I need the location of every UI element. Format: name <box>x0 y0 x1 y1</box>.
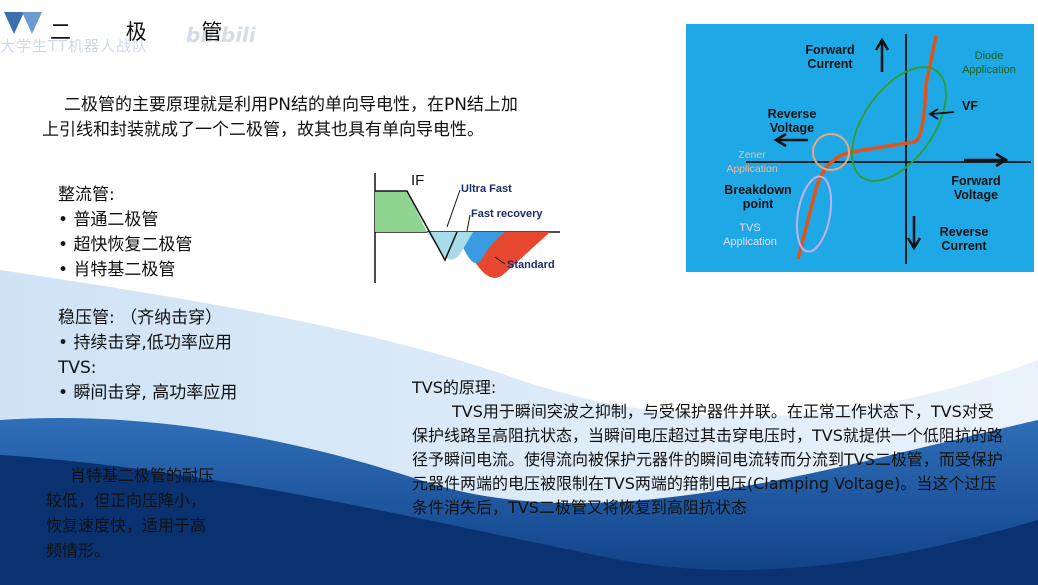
breakdown-label-2: point <box>743 197 774 211</box>
regulator-heading: 稳压管: （齐纳击穿） <box>58 308 223 328</box>
fast-recovery-label: Fast recovery <box>471 208 543 220</box>
rectifier-item: 肖特基二极管 <box>58 258 192 283</box>
reverse-current-label-1: Reverse <box>940 225 989 239</box>
tvs-principle-body: TVS用于瞬间突波之抑制，与受保护器件并联。在正常工作状态下，TVS对受保护线路… <box>412 402 1003 517</box>
rectifier-item: 超快恢复二极管 <box>58 233 192 258</box>
rectifier-heading: 整流管: <box>58 185 115 205</box>
page-title: 二 极 管 <box>50 20 247 44</box>
regulator-section: 稳压管: （齐纳击穿） 持续击穿,低功率应用 TVS: 瞬间击穿, 高功率应用 <box>58 306 237 406</box>
ultra-fast-label: Ultra Fast <box>461 183 512 195</box>
tvs-principle: TVS的原理: TVS用于瞬间突波之抑制，与受保护器件并联。在正常工作状态下，T… <box>412 376 1008 520</box>
tvs-item: 瞬间击穿, 高功率应用 <box>58 381 237 406</box>
forward-current-label-1: Forward <box>805 43 854 57</box>
reverse-current-label-2: Current <box>941 239 987 253</box>
forward-voltage-label-1: Forward <box>951 174 1000 188</box>
forward-voltage-label-2: Voltage <box>954 188 998 202</box>
tvs-application-label-1: TVS <box>739 222 760 234</box>
diode-application-label-2: Application <box>962 64 1016 76</box>
forward-current-label-2: Current <box>807 57 853 71</box>
schottky-note: 肖特基二极管的耐压较低，但正向压降小，恢复速度快，适用于高频情形。 <box>46 466 215 560</box>
zener-application-label-1: Zener <box>738 149 766 161</box>
tvs-principle-heading: TVS的原理: <box>412 378 497 397</box>
logo-triangle-icon <box>4 12 42 34</box>
reverse-voltage-label-1: Reverse <box>768 107 817 121</box>
if-label: IF <box>411 172 424 189</box>
tvs-heading: TVS: <box>58 358 97 378</box>
reverse-voltage-label-2: Voltage <box>770 121 814 135</box>
zener-application-label-2: Application <box>726 163 778 175</box>
reverse-recovery-diagram: IF Ultra Fast Fast recovery Standard <box>365 165 565 295</box>
rectifier-section: 整流管: 普通二极管 超快恢复二极管 肖特基二极管 <box>58 183 192 283</box>
tvs-application-label-2: Application <box>723 236 777 248</box>
rectifier-item: 普通二极管 <box>58 208 192 233</box>
standard-label: Standard <box>507 259 555 271</box>
diode-application-label-1: Diode <box>975 50 1004 62</box>
intro-paragraph: 二极管的主要原理就是利用PN结的单向导电性，在PN结上加上引线和封装就成了一个二… <box>42 95 518 140</box>
iv-characteristic-diagram: Forward Current Reverse Voltage Forward … <box>686 24 1034 272</box>
breakdown-label-1: Breakdown <box>724 183 791 197</box>
slide: 大学生TT机器人战队 bilibili 二 极 管 二极管的主要原理就是利用PN… <box>0 0 1038 585</box>
regulator-item: 持续击穿,低功率应用 <box>58 331 237 356</box>
vf-label: VF <box>962 99 978 113</box>
